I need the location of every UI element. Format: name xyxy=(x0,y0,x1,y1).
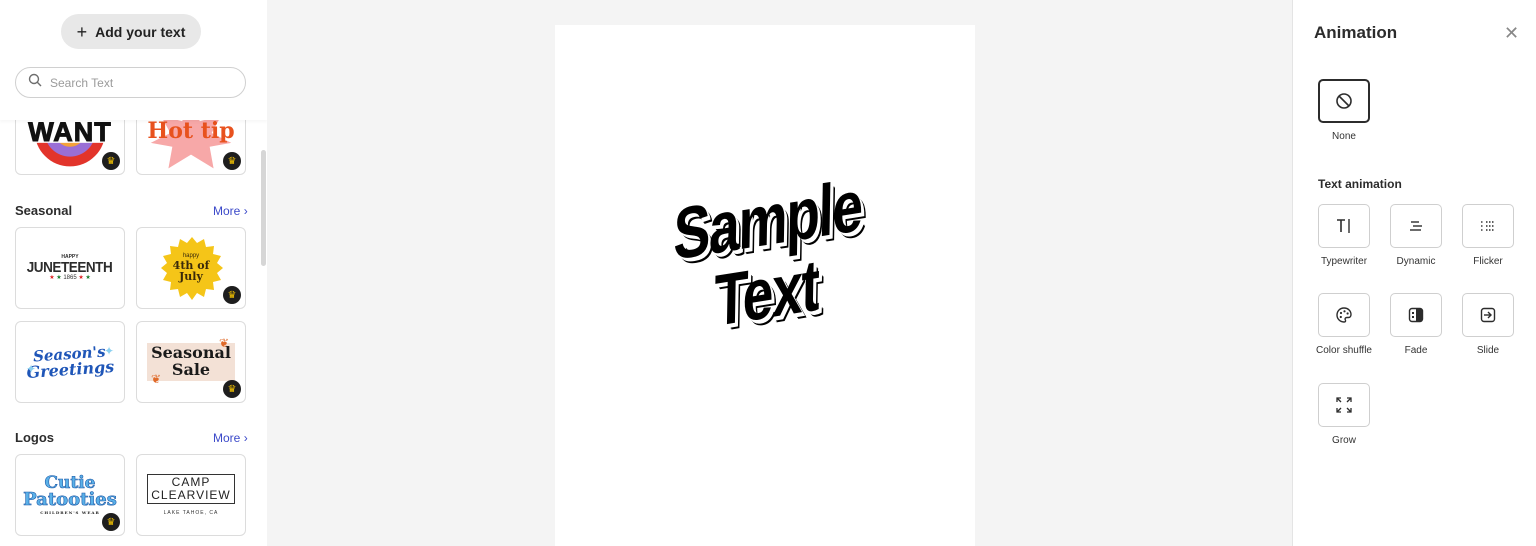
camp-clearview-text-group: CAMP CLEARVIEW LAKE TAHOE, CA xyxy=(147,473,235,517)
camp-line1-text: CAMP xyxy=(171,474,211,489)
logos-more-link[interactable]: More › xyxy=(213,431,248,445)
animation-none-label: None xyxy=(1332,131,1356,142)
left-panel-scrollbar[interactable] xyxy=(261,150,266,266)
juneteenth-graphic: HAPPY JUNETEENTH ★ ★ 1865 ★ ★ xyxy=(22,255,117,282)
animation-typewriter-label: Typewriter xyxy=(1320,256,1368,267)
animation-dynamic-button[interactable] xyxy=(1390,204,1442,248)
cutie-sub-text: CHILDREN'S WEAR xyxy=(40,510,100,516)
template-card-juneteenth[interactable]: HAPPY JUNETEENTH ★ ★ 1865 ★ ★ xyxy=(15,227,125,309)
section-title-logos: Logos xyxy=(15,430,54,445)
animation-typewriter-button[interactable] xyxy=(1318,204,1370,248)
want-text: WANT xyxy=(28,117,112,148)
animation-color-shuffle-label: Color shuffle xyxy=(1316,345,1372,356)
dynamic-icon xyxy=(1410,221,1422,231)
camp-sub-text: LAKE TAHOE, CA xyxy=(163,509,219,516)
animation-fade-label: Fade xyxy=(1404,345,1428,356)
design-artboard[interactable]: Sample Text xyxy=(555,25,975,546)
sample-text-element[interactable]: Sample Text xyxy=(598,157,936,356)
animation-slide-label: Slide xyxy=(1476,345,1500,356)
text-library-panel: + Add your text WANT ♛ xyxy=(0,0,267,546)
animation-dynamic-label: Dynamic xyxy=(1396,256,1436,267)
slide-icon xyxy=(1480,307,1496,323)
animation-fade-button[interactable] xyxy=(1390,293,1442,337)
fourth-of-july-text-group: happy 4th of July xyxy=(173,253,210,282)
juneteenth-text: JUNETEENTH xyxy=(27,259,113,276)
template-card-camp-clearview[interactable]: CAMP CLEARVIEW LAKE TAHOE, CA xyxy=(136,454,246,536)
grow-icon xyxy=(1336,397,1352,413)
animation-none-button[interactable] xyxy=(1318,79,1370,123)
animation-color-shuffle-button[interactable] xyxy=(1318,293,1370,337)
cutie-line2-text: Patooties xyxy=(23,489,117,511)
section-title-seasonal: Seasonal xyxy=(15,203,73,218)
fourth-line2-text: July xyxy=(179,270,203,284)
premium-crown-icon: ♛ xyxy=(223,286,241,304)
text-library-header: + Add your text xyxy=(0,0,267,120)
search-icon xyxy=(28,73,42,92)
animation-grow-button[interactable] xyxy=(1318,383,1370,427)
template-card-seasons-greetings[interactable]: Season's Greetings ✦ ✦ xyxy=(15,321,125,403)
template-card-4th-of-july[interactable]: happy 4th of July ♛ xyxy=(136,227,246,309)
chevron-right-icon: › xyxy=(243,431,248,445)
animation-slide-button[interactable] xyxy=(1462,293,1514,337)
animation-grow-label: Grow xyxy=(1332,435,1356,446)
template-card-cutie-patooties[interactable]: Cutie Patooties CHILDREN'S WEAR ♛ xyxy=(15,454,125,536)
fade-icon xyxy=(1408,307,1424,323)
star-icon: ✦ xyxy=(103,344,114,358)
seasonal-more-link[interactable]: More › xyxy=(213,204,248,218)
search-box[interactable] xyxy=(15,67,246,98)
animation-flicker-label: Flicker xyxy=(1473,256,1503,267)
camp-box: CAMP CLEARVIEW xyxy=(147,473,235,504)
no-animation-icon xyxy=(1336,93,1352,109)
search-text-input[interactable] xyxy=(50,75,230,90)
plus-icon: + xyxy=(76,21,88,42)
seasonal-more-label: More xyxy=(213,204,241,218)
leaf-icon: ❦ xyxy=(218,336,229,350)
animation-panel-title: Animation xyxy=(1314,23,1398,42)
add-your-text-label: Add your text xyxy=(95,23,186,40)
star-icon: ✦ xyxy=(26,362,37,376)
cutie-patooties-text-group: Cutie Patooties CHILDREN'S WEAR xyxy=(23,474,117,516)
premium-crown-icon: ♛ xyxy=(102,152,120,170)
add-your-text-button[interactable]: + Add your text xyxy=(61,14,201,49)
animation-panel: Animation ✕ None Text animation Typewrit… xyxy=(1292,0,1536,546)
chevron-right-icon: › xyxy=(243,204,248,218)
typewriter-icon xyxy=(1337,219,1350,233)
seasons-greetings-text-group: Season's Greetings xyxy=(25,342,115,382)
logos-more-label: More xyxy=(213,431,241,445)
premium-crown-icon: ♛ xyxy=(223,152,241,170)
template-card-seasonal-sale[interactable]: Seasonal Sale ❦ ❦ ♛ xyxy=(136,321,246,403)
seasons-line2-text: Greetings xyxy=(26,356,115,382)
animation-flicker-button[interactable] xyxy=(1462,204,1514,248)
text-animation-section-title: Text animation xyxy=(1318,177,1402,191)
close-icon[interactable]: ✕ xyxy=(1504,24,1519,42)
premium-crown-icon: ♛ xyxy=(223,380,241,398)
leaf-icon: ❦ xyxy=(151,372,162,386)
flicker-icon xyxy=(1481,221,1495,231)
sale-line2-text: Sale xyxy=(171,360,211,379)
sample-text: Sample Text xyxy=(672,164,863,343)
hot-tip-text: Hot tip xyxy=(147,118,235,144)
camp-line2-text: CLEARVIEW xyxy=(151,487,231,502)
app-window: + Add your text WANT ♛ xyxy=(0,0,1536,546)
palette-icon xyxy=(1336,307,1352,323)
premium-crown-icon: ♛ xyxy=(102,513,120,531)
